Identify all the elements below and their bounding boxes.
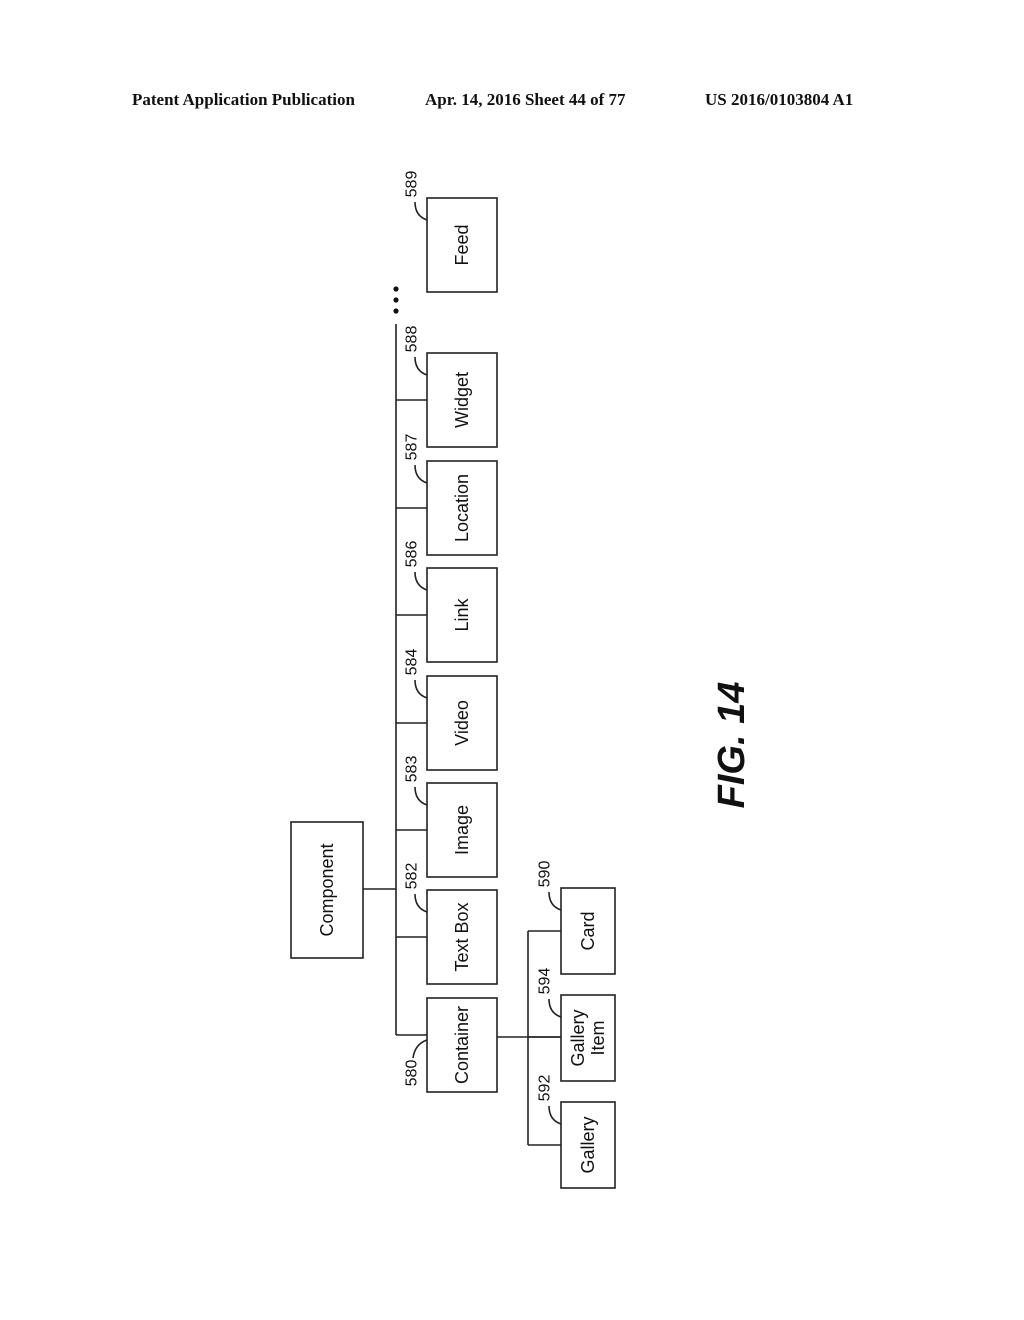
ref-587: 587: [404, 434, 421, 461]
box-video-label-text: Video: [452, 700, 472, 746]
ref-582-text: 582: [404, 863, 421, 890]
component-hierarchy-diagram: Component Container 580 Text Box 582 Image 583…: [290, 171, 753, 1189]
box-text-box-label: Text Box: [452, 902, 472, 971]
box-location-label: Location: [452, 474, 472, 542]
ref-582: 582: [404, 863, 421, 890]
box-link-label: Link: [452, 597, 472, 631]
ref-586: 586: [404, 541, 421, 568]
ref-589-leader: [414, 201, 428, 221]
ref-592: 592: [537, 1075, 554, 1102]
ref-589: 589: [404, 171, 421, 198]
ref-587-text: 587: [404, 434, 421, 461]
ref-594: 594: [537, 968, 554, 995]
box-card-label-text: Card: [578, 911, 598, 950]
box-container-label-text: Container: [452, 1006, 472, 1084]
ref-588-text: 588: [404, 326, 421, 353]
ref-594-text: 594: [537, 968, 554, 995]
ref-592-leader: [548, 1105, 562, 1125]
ref-583-text: 583: [404, 756, 421, 783]
ref-588-leader: [414, 356, 428, 376]
ref-589-text: 589: [404, 171, 421, 198]
ellipsis-dot: [393, 297, 399, 303]
box-image-label-text: Image: [452, 805, 472, 855]
ref-590-leader: [548, 891, 562, 911]
ref-584: 584: [404, 649, 421, 676]
ref-584-text: 584: [404, 649, 421, 676]
figure-label-text: FIG. 14: [711, 682, 753, 809]
box-widget-label-text: Widget: [452, 372, 472, 428]
ref-587-leader: [414, 464, 428, 484]
box-gallery-label: Gallery: [578, 1116, 598, 1173]
box-location-label-text: Location: [452, 474, 472, 542]
box-text-box-label-text: Text Box: [452, 902, 472, 971]
box-feed-label-text: Feed: [452, 224, 472, 265]
ref-582-leader: [414, 893, 428, 913]
box-gallery-item-label-text: Gallery: [568, 1009, 588, 1066]
ellipsis-dot: [393, 308, 399, 314]
box-component-label-text: Component: [317, 843, 337, 936]
ref-590: 590: [537, 861, 554, 888]
ref-590-text: 590: [537, 861, 554, 888]
box-feed-label: Feed: [452, 224, 472, 265]
ref-594-leader: [548, 998, 562, 1018]
box-component-label: Component: [317, 843, 337, 936]
box-gallery-item-label-text: Item: [588, 1020, 608, 1055]
ellipsis-dot: [393, 286, 399, 292]
box-card-label: Card: [578, 911, 598, 950]
ref-583-leader: [414, 786, 428, 806]
figure-label: FIG. 14: [711, 682, 753, 809]
ref-580-text: 580: [404, 1060, 421, 1087]
box-gallery-label-text: Gallery: [578, 1116, 598, 1173]
ref-586-leader: [414, 571, 428, 591]
ref-580: 580: [404, 1060, 421, 1087]
box-link-label-text: Link: [452, 597, 472, 631]
box-image-label: Image: [452, 805, 472, 855]
box-widget-label: Widget: [452, 372, 472, 428]
ref-588: 588: [404, 326, 421, 353]
ref-584-leader: [414, 679, 428, 699]
ref-586-text: 586: [404, 541, 421, 568]
ref-580-leader: [412, 1039, 428, 1059]
box-container-label: Container: [452, 1006, 472, 1084]
ref-592-text: 592: [537, 1075, 554, 1102]
box-video-label: Video: [452, 700, 472, 746]
ref-583: 583: [404, 756, 421, 783]
